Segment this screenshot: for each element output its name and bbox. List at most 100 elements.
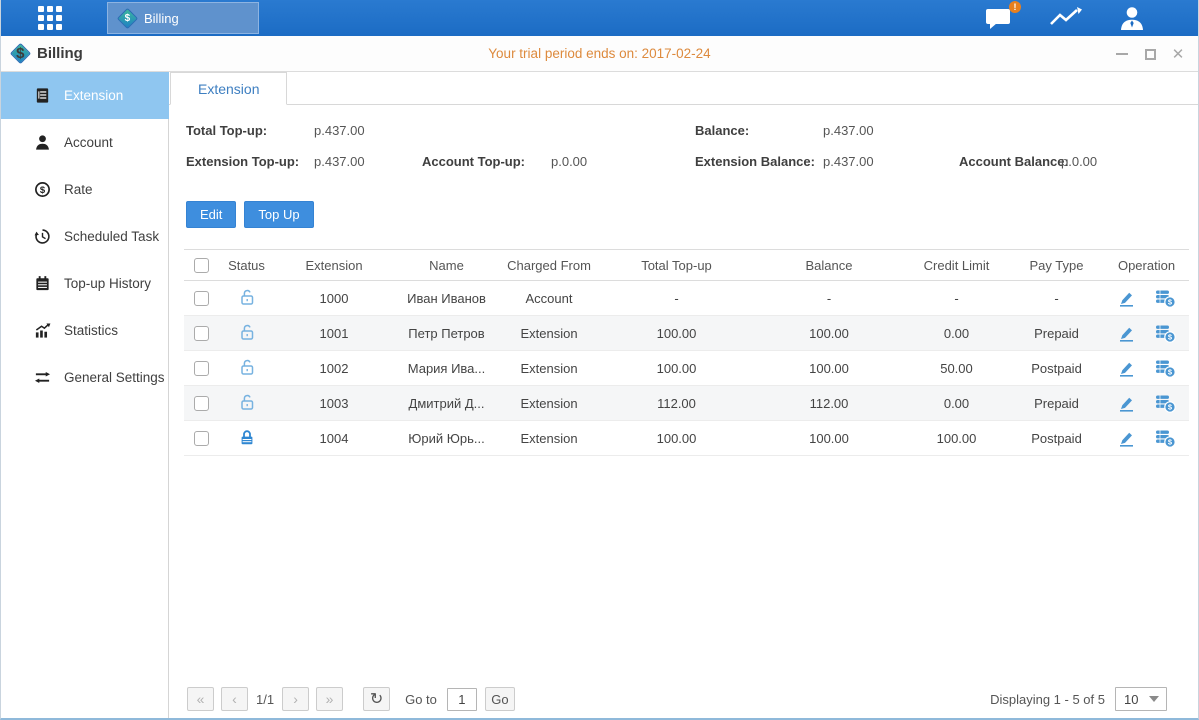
sidebar-item-account[interactable]: Account: [1, 119, 168, 166]
tab-label: Extension: [198, 81, 259, 97]
next-page-button[interactable]: ›: [282, 687, 309, 711]
prev-page-button[interactable]: ‹: [221, 687, 248, 711]
extension-topup-value: p.437.00: [314, 154, 365, 169]
chevron-down-icon: [1149, 696, 1159, 702]
topup-button[interactable]: Top Up: [244, 201, 313, 228]
credit-limit: -: [904, 281, 1009, 316]
edit-row-icon[interactable]: [1117, 324, 1136, 342]
trial-notice: Your trial period ends on: 2017-02-24: [1, 46, 1198, 61]
row-checkbox[interactable]: [194, 361, 209, 376]
minimize-button[interactable]: [1114, 46, 1130, 62]
first-page-button[interactable]: «: [187, 687, 214, 711]
charged-from: Extension: [499, 351, 599, 386]
topup-row-icon[interactable]: $: [1155, 429, 1176, 448]
sidebar-item-label: Top-up History: [64, 276, 151, 291]
col-pay-type: Pay Type: [1009, 250, 1104, 281]
maximize-button[interactable]: [1142, 46, 1158, 62]
balance: 100.00: [754, 351, 904, 386]
topbar-tab-billing[interactable]: $ Billing: [107, 2, 259, 34]
tab-bar: Extension: [169, 72, 1199, 105]
reports-chart-icon[interactable]: [1048, 6, 1084, 30]
apps-grid-icon[interactable]: [38, 6, 62, 30]
row-checkbox[interactable]: [194, 291, 209, 306]
charged-from: Account: [499, 281, 599, 316]
extension-number: 1003: [274, 386, 394, 421]
select-all-checkbox[interactable]: [194, 258, 209, 273]
table-row: 1004 Юрий Юрь... Extension 100.00 100.00…: [184, 421, 1189, 456]
col-charged-from: Charged From: [499, 250, 599, 281]
sidebar-item-rate[interactable]: $ Rate: [1, 166, 168, 213]
table-row: 1003 Дмитрий Д... Extension 112.00 112.0…: [184, 386, 1189, 421]
refresh-button[interactable]: ↻: [363, 687, 390, 711]
table-row: 1001 Петр Петров Extension 100.00 100.00…: [184, 316, 1189, 351]
edit-row-icon[interactable]: [1117, 359, 1136, 377]
row-checkbox[interactable]: [194, 396, 209, 411]
close-button[interactable]: ✕: [1170, 46, 1186, 62]
total-topup: -: [599, 281, 754, 316]
sidebar-item-extension[interactable]: Extension: [1, 72, 169, 119]
sidebar-item-scheduled-task[interactable]: Scheduled Task: [1, 213, 168, 260]
last-page-button[interactable]: »: [316, 687, 343, 711]
extension-number: 1001: [274, 316, 394, 351]
pay-type: Postpaid: [1009, 421, 1104, 456]
col-credit-limit: Credit Limit: [904, 250, 1009, 281]
displaying-text: Displaying 1 - 5 of 5: [990, 692, 1105, 707]
col-total-topup: Total Top-up: [599, 250, 754, 281]
edit-row-icon[interactable]: [1117, 289, 1136, 307]
lock-open-icon: [238, 323, 256, 341]
col-balance: Balance: [754, 250, 904, 281]
col-extension: Extension: [274, 250, 394, 281]
extension-number: 1000: [274, 281, 394, 316]
balance: -: [754, 281, 904, 316]
sidebar-item-label: Statistics: [64, 323, 118, 338]
user-account-icon[interactable]: [1118, 5, 1146, 31]
topup-row-icon[interactable]: $: [1155, 324, 1176, 343]
sidebar-item-label: Account: [64, 135, 113, 150]
go-button[interactable]: Go: [485, 687, 515, 711]
titlebar: $ Billing Your trial period ends on: 201…: [1, 36, 1198, 72]
general-settings-arrows-icon: [33, 369, 51, 387]
extension-balance-value: p.437.00: [823, 154, 874, 169]
lock-open-icon: [238, 358, 256, 376]
svg-text:$: $: [39, 185, 45, 196]
lock-closed-icon: [238, 428, 256, 446]
charged-from: Extension: [499, 386, 599, 421]
account-topup-label: Account Top-up:: [422, 154, 525, 169]
edit-row-icon[interactable]: [1117, 429, 1136, 447]
topup-row-icon[interactable]: $: [1155, 394, 1176, 413]
billing-app-window: $ Billing !: [0, 0, 1199, 720]
sidebar-item-statistics[interactable]: Statistics: [1, 307, 168, 354]
topup-row-icon[interactable]: $: [1155, 289, 1176, 308]
billing-app-icon: $: [117, 7, 138, 28]
main-panel: Extension Total Top-up: p.437.00 Balance…: [169, 72, 1199, 718]
sidebar-item-topup-history[interactable]: Top-up History: [1, 260, 168, 307]
page-size-select[interactable]: 10: [1115, 687, 1167, 711]
notifications-icon[interactable]: !: [985, 6, 1014, 31]
balance-summary: Total Top-up: p.437.00 Balance: p.437.00…: [169, 115, 1199, 187]
col-status: Status: [219, 250, 274, 281]
topbar-tab-label: Billing: [144, 11, 179, 26]
lock-open-icon: [238, 393, 256, 411]
goto-label: Go to: [405, 692, 437, 707]
extension-book-icon: [33, 87, 51, 105]
topup-row-icon[interactable]: $: [1155, 359, 1176, 378]
goto-page-input[interactable]: [447, 688, 477, 711]
statistics-chart-icon: [33, 322, 51, 340]
edit-row-icon[interactable]: [1117, 394, 1136, 412]
sidebar-item-general-settings[interactable]: General Settings: [1, 354, 168, 401]
billing-title-icon: $: [10, 43, 31, 64]
charged-from: Extension: [499, 316, 599, 351]
balance: 100.00: [754, 421, 904, 456]
sidebar-item-label: Rate: [64, 182, 93, 197]
pay-type: Prepaid: [1009, 316, 1104, 351]
edit-button[interactable]: Edit: [186, 201, 236, 228]
row-checkbox[interactable]: [194, 431, 209, 446]
lock-open-icon: [238, 288, 256, 306]
row-checkbox[interactable]: [194, 326, 209, 341]
total-topup-value: p.437.00: [314, 123, 365, 138]
notification-badge: !: [1009, 1, 1021, 13]
balance-label: Balance:: [695, 123, 749, 138]
sidebar-item-label: General Settings: [64, 370, 165, 385]
pay-type: Postpaid: [1009, 351, 1104, 386]
tab-extension[interactable]: Extension: [170, 72, 287, 105]
